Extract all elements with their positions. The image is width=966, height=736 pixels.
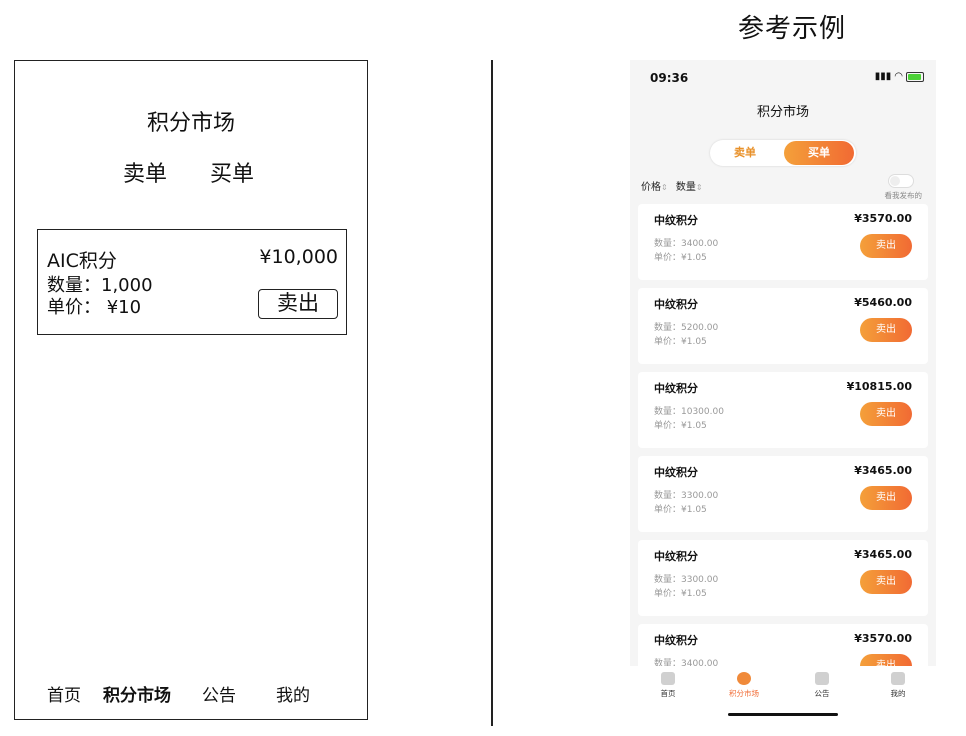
order-name: 中纹积分 [654,550,698,563]
order-total-price: ¥3570.00 [854,212,912,225]
my-orders-toggle-label: 看我发布的 [884,191,923,200]
sort-by-quantity[interactable]: 数量⇕ [676,182,703,193]
order-name: 中纹积分 [654,634,698,647]
order-card: 中纹积分¥3570.00数量：3400.00单价：¥1.05卖出 [638,624,928,666]
bottom-nav: 首页 积分市场 公告 我的 [15,681,367,707]
order-unit-price: 单价：¥1.05 [654,253,707,263]
tab-label: 公告 [814,689,830,698]
order-total-price: ¥3465.00 [854,464,912,477]
sell-button[interactable]: 卖出 [860,654,912,666]
sell-button[interactable]: 卖出 [258,289,338,319]
order-name: 中纹积分 [654,214,698,227]
nav-home[interactable]: 首页 [47,681,81,706]
order-name: 中纹积分 [654,382,698,395]
order-card: 中纹积分 ¥10815.00 数量：10300.00 单价：¥1.05 卖出 [638,372,928,448]
sell-button[interactable]: 卖出 [860,234,912,258]
order-name: AIC积分 [47,250,117,272]
signal-icon: ▮▮▮ [874,71,892,82]
order-name: 中纹积分 [654,466,698,479]
order-quantity: 数量：3400.00 [654,239,719,249]
tab-announcements[interactable]: 公告 [792,672,852,699]
tab-buy-orders[interactable]: 买单 [784,141,854,165]
market-icon [737,672,751,685]
sort-arrows-icon: ⇕ [661,183,668,192]
battery-icon [906,71,924,82]
tab-label: 首页 [660,689,676,698]
profile-icon [891,672,905,685]
tab-profile[interactable]: 我的 [868,672,928,699]
order-type-segmented-control: 卖单 买单 [710,140,856,166]
sell-button[interactable]: 卖出 [860,402,912,426]
page-title: 积分市场 [146,111,235,136]
order-card: 中纹积分 ¥5460.00 数量：5200.00 单价：¥1.05 卖出 [638,288,928,364]
sort-filters: 价格⇕ 数量⇕ [641,178,708,193]
sort-arrows-icon: ⇕ [695,183,703,192]
order-quantity: 数量：10300.00 [654,407,724,417]
sell-button[interactable]: 卖出 [860,486,912,510]
order-unit-price: 单价：¥1.05 [654,589,707,599]
tab-label: 积分市场 [729,689,759,698]
status-icons: ▮▮▮ ◠ [875,71,924,82]
order-total-price: ¥3465.00 [854,548,912,561]
order-total-price: ¥10,000 [259,246,338,268]
sort-by-price[interactable]: 价格⇕ [641,182,668,193]
home-indicator [728,713,838,716]
order-quantity: 数量：3400.00 [654,659,719,666]
order-card: AIC积分 ¥10,000 数量：1,000 单价： ¥10 卖出 [37,229,347,335]
order-unit-price: 单价：¥1.05 [654,421,707,431]
nav-market[interactable]: 积分市场 [103,681,171,706]
order-total-price: ¥3570.00 [854,632,912,645]
order-card: 中纹积分 ¥3570.00 数量：3400.00 单价：¥1.05 卖出 [638,204,928,280]
reference-phone: 09:36 ▮▮▮ ◠ 积分市场 卖单 买单 价格⇕ 数量⇕ 看我发布的 中纹积… [630,60,936,726]
announcement-icon [815,672,829,685]
order-name: 中纹积分 [654,298,698,311]
order-quantity: 数量：3300.00 [654,575,719,585]
order-card: 中纹积分 ¥3465.00 数量：3300.00 单价：¥1.05 卖出 [638,540,928,616]
order-total-price: ¥10815.00 [846,380,912,393]
tab-sell-orders[interactable]: 卖单 [710,140,780,166]
page-title: 积分市场 [630,96,936,130]
my-orders-toggle[interactable] [888,174,914,188]
tab-buy-orders[interactable]: 买单 [210,162,254,187]
bottom-tab-bar: 首页 积分市场 公告 我的 [630,666,936,726]
tab-label: 我的 [890,689,906,698]
tab-sell-orders[interactable]: 卖单 [123,162,167,187]
sell-button[interactable]: 卖出 [860,318,912,342]
tab-home[interactable]: 首页 [638,672,698,699]
nav-announcements[interactable]: 公告 [202,681,236,706]
order-type-tabs: 卖单 买单 [123,156,290,188]
nav-profile[interactable]: 我的 [276,681,310,706]
home-icon [661,672,675,685]
wifi-icon: ◠ [894,71,903,82]
wireframe-mockup: 积分市场 卖单 买单 AIC积分 ¥10,000 数量：1,000 单价： ¥1… [14,60,368,720]
order-unit-price: 单价： ¥10 [47,297,142,318]
reference-heading: 参考示例 [738,14,847,44]
order-total-price: ¥5460.00 [854,296,912,309]
tab-market[interactable]: 积分市场 [714,672,774,699]
status-time: 09:36 [650,71,689,85]
divider-line [491,60,493,726]
order-unit-price: 单价：¥1.05 [654,337,707,347]
order-card: 中纹积分 ¥3465.00 数量：3300.00 单价：¥1.05 卖出 [638,456,928,532]
status-bar: 09:36 ▮▮▮ ◠ [630,60,936,96]
order-quantity: 数量：3300.00 [654,491,719,501]
order-quantity: 数量：5200.00 [654,323,719,333]
sell-button[interactable]: 卖出 [860,570,912,594]
order-list-area: 卖单 买单 价格⇕ 数量⇕ 看我发布的 中纹积分 ¥3570.00 数量：3400.… [630,130,936,666]
order-unit-price: 单价：¥1.05 [654,505,707,515]
